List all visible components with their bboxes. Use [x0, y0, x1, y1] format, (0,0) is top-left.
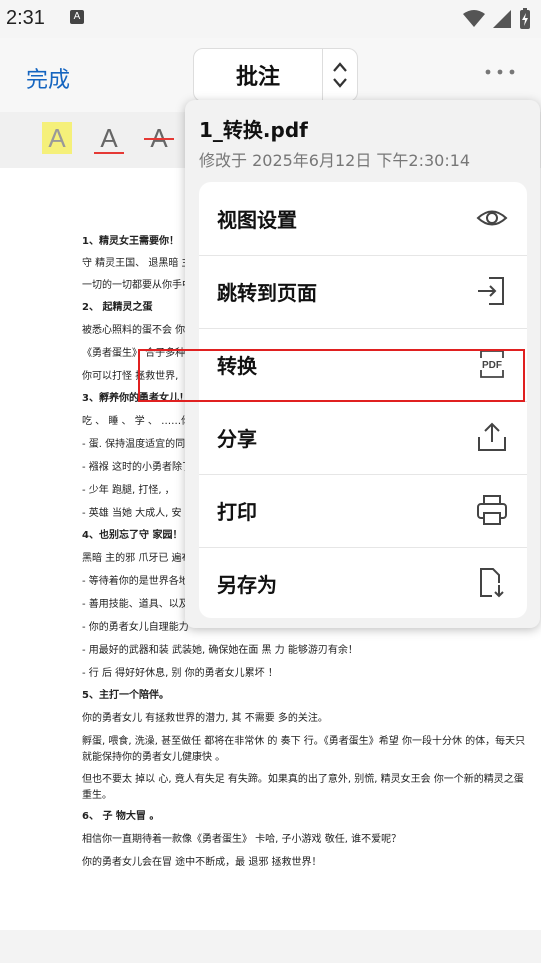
highlight-text-icon[interactable]: A [42, 122, 72, 154]
mode-label: 批注 [235, 65, 280, 90]
menu-item-label: 分享 [217, 427, 257, 451]
doc-line: - 善用技能、道具、以及 [82, 599, 189, 610]
doc-line: 4、也别忘了守 家园！ [82, 530, 183, 541]
wifi-icon [463, 10, 485, 27]
underline-text-icon[interactable]: A [94, 122, 124, 154]
strikethrough-text-icon[interactable]: A [144, 122, 174, 154]
menu-item-go-to-page[interactable]: 跳转到页面 [199, 255, 527, 329]
doc-line: 重生。 [82, 790, 112, 801]
more-options-icon[interactable] [484, 66, 516, 78]
mode-selector[interactable]: 批注 [193, 48, 358, 102]
doc-line: 一切的一切都要从你手中 [82, 280, 192, 291]
doc-line: 你的勇者女儿会在冒 途中不断成，最 退邪 拯救世界！ [82, 857, 322, 868]
menu-item-print[interactable]: 打印 [199, 474, 527, 548]
doc-line: 1、精灵女王需要你！ [82, 236, 179, 247]
go-to-page-icon [478, 277, 504, 305]
status-bar: 2:31 A [0, 0, 541, 38]
menu-item-label: 跳转到页面 [217, 281, 317, 305]
done-button[interactable]: 完成 [26, 62, 70, 94]
doc-line: 守 精灵王国、 退黑暗 主 [82, 258, 192, 269]
menu-item-label: 另存为 [217, 573, 277, 597]
file-name: 1_转换.pdf [199, 118, 308, 142]
doc-line: - 英雄 当她 大成人, 安 [82, 508, 182, 519]
print-icon [477, 495, 507, 525]
menu-item-label: 打印 [217, 500, 257, 524]
doc-line: 吃 、 睡 、 学 、 ……你得 [82, 416, 202, 427]
eye-icon [476, 210, 508, 226]
signal-icon [493, 10, 511, 28]
status-time: 2:31 [6, 7, 45, 29]
doc-line: 你的勇者女儿 有拯救世界的潜力, 其 不需要 多的关注。 [82, 713, 328, 724]
doc-line: - 襁褓 这时的小勇者除了 [82, 462, 192, 473]
doc-line: 但也不要太 掉以 心, 竟人有失足 有失蹄。如果真的出了意外, 别慌, 精灵女王… [82, 774, 524, 785]
chevron-up-down-icon[interactable] [323, 61, 357, 89]
doc-line: 就能保持你的勇者女儿健康快 。 [82, 752, 226, 763]
status-icons [463, 8, 531, 30]
doc-line: 6、 子 物大冒 。 [82, 811, 160, 822]
doc-line: - 蛋. 保持温度适宜的同 [82, 439, 186, 450]
save-as-icon [480, 568, 504, 598]
doc-line: 2、 起精灵之蛋 [82, 302, 153, 313]
doc-line: - 用最好的武器和装 武装她, 确保她在面 黑 力 能够游刃有余！ [82, 645, 358, 656]
doc-line: - 你的勇者女儿自理能力 [82, 622, 189, 633]
menu-item-label: 视图设置 [217, 208, 297, 232]
share-icon [478, 422, 506, 451]
menu-item-save-as[interactable]: 另存为 [199, 547, 527, 618]
menu-item-share[interactable]: 分享 [199, 401, 527, 475]
menu-item-view-settings[interactable]: 视图设置 [199, 182, 527, 256]
doc-line: - 等待着你的是世界各地 [82, 576, 189, 587]
file-modified-date: 修改于 2025年6月12日 下午2:30:14 [199, 151, 471, 170]
doc-line: 5、主打一个陪伴。 [82, 690, 169, 701]
doc-line: - 行 后 得好好休息, 别 你的勇者女儿累坏 ！ [82, 668, 278, 679]
doc-line: 孵蛋, 喂食, 洗澡, 甚至做任 都将在非常休 的 奏下 行。《勇者蛋生》希望 … [82, 736, 526, 747]
doc-line: 被悉心照料的蛋不会 你 [82, 325, 186, 336]
doc-line: 相信你一直期待着一款像《勇者蛋生》 卡哈, 子小游戏 敬任, 谁不爱呢？ [82, 834, 402, 845]
doc-line: - 少年 跑腿, 打怪, ， [82, 485, 175, 496]
notification-icon: A [70, 10, 84, 24]
convert-highlight-box [138, 349, 525, 402]
bottom-strip [0, 930, 541, 963]
doc-line: 黑暗 主的邪 爪牙已 遍布 [82, 553, 192, 564]
battery-icon [520, 8, 530, 29]
